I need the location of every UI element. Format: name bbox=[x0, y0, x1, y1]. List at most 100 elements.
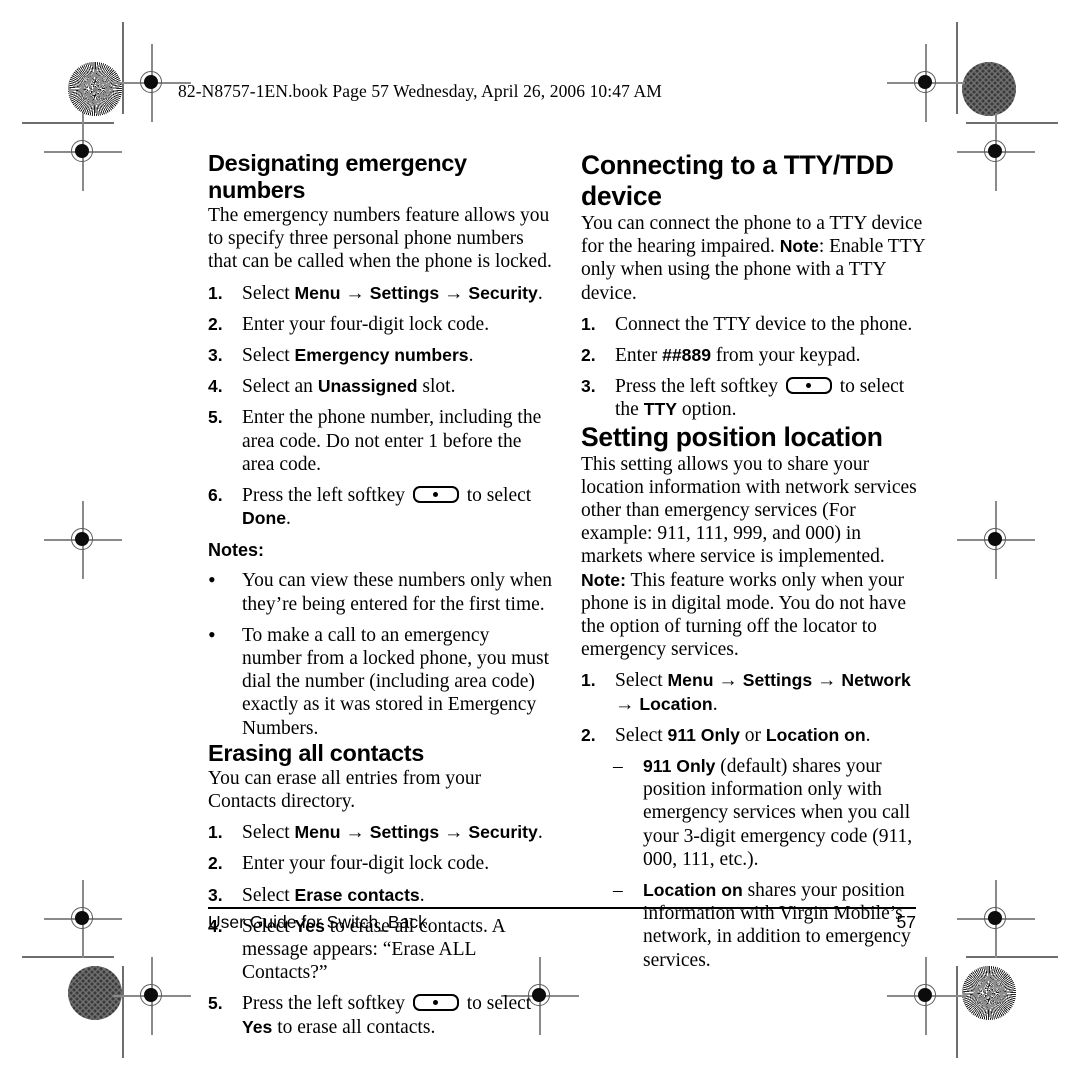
softkey-button-icon bbox=[412, 994, 459, 1012]
list-item-text: Connect the TTY device to the phone. bbox=[615, 313, 913, 335]
footer-guide-title: User Guide for Switch_Back bbox=[208, 912, 427, 932]
list-item: –911 Only (default) shares your position… bbox=[613, 755, 926, 871]
left-column: Designating emergency numbers The emerge… bbox=[208, 150, 553, 1039]
ui-term: Done bbox=[242, 508, 286, 529]
list-item-marker: 6. bbox=[208, 485, 223, 506]
notes-designating-emergency-numbers: • You can view these numbers only when th… bbox=[208, 569, 553, 739]
list-item-text: Select an Unassigned slot. bbox=[242, 376, 456, 398]
list-item-marker: – bbox=[613, 880, 623, 902]
ui-term: Location on bbox=[643, 880, 743, 901]
list-item-marker: • bbox=[208, 621, 216, 647]
list-item-marker: – bbox=[613, 756, 623, 778]
registration-mark-icon-middle-left bbox=[44, 501, 122, 579]
list-item: 1. Select Menu → Settings → Network → Loc… bbox=[581, 669, 926, 715]
list-item: 2. Enter ##889 from your keypad. bbox=[581, 344, 926, 367]
trim-line-bottom-left-vertical bbox=[122, 966, 124, 1058]
trim-line-bottom-right-horizontal bbox=[966, 956, 1058, 958]
ui-term: Settings bbox=[742, 670, 813, 691]
list-item-text: Press the left softkey to select Yes to … bbox=[242, 993, 532, 1038]
print-dot-screen-icon-bottom-left bbox=[68, 966, 122, 1020]
arrow-icon: → bbox=[439, 822, 469, 844]
footer-divider bbox=[208, 907, 916, 909]
list-item-text: Select Menu → Settings → Security. bbox=[242, 822, 543, 844]
list-item-marker: 2. bbox=[208, 853, 223, 874]
list-item-marker: 2. bbox=[581, 724, 596, 745]
list-item-text: Enter ##889 from your keypad. bbox=[615, 345, 861, 367]
list-item: 3. Select Erase contacts. bbox=[208, 884, 553, 907]
ui-term: Security bbox=[468, 822, 538, 843]
list-item: 5. Enter the phone number, including the … bbox=[208, 406, 553, 476]
list-item: 2. Select 911 Only or Location on. bbox=[581, 724, 926, 747]
steps-setting-position-location: 1. Select Menu → Settings → Network → Loc… bbox=[581, 669, 926, 747]
list-item-text: Select Emergency numbers. bbox=[242, 345, 474, 367]
ui-term: Menu bbox=[294, 282, 341, 303]
list-item-marker: 5. bbox=[208, 993, 223, 1014]
ui-term: Settings bbox=[369, 282, 440, 303]
ui-term: 911 Only bbox=[643, 756, 716, 777]
page-content: Designating emergency numbers The emerge… bbox=[208, 150, 926, 1038]
ui-term: Note: bbox=[581, 569, 626, 590]
ui-term: Location on bbox=[765, 724, 866, 745]
arrow-icon: → bbox=[812, 670, 842, 692]
list-item-text: Select 911 Only or Location on. bbox=[615, 724, 871, 746]
list-item: 1. Select Menu → Settings → Security. bbox=[208, 821, 553, 844]
list-item: 1. Select Menu → Settings → Security. bbox=[208, 282, 553, 305]
registration-mark-icon-middle-right bbox=[957, 501, 1035, 579]
trim-line-top-right-horizontal bbox=[966, 122, 1058, 124]
ui-term: Yes bbox=[242, 1016, 273, 1037]
list-item-text: To make a call to an emergency number fr… bbox=[242, 624, 550, 739]
registration-mark-icon-upper-left bbox=[44, 113, 122, 191]
trim-line-top-right-vertical bbox=[956, 22, 958, 114]
list-item-text: Select Erase contacts. bbox=[242, 884, 425, 906]
print-rosette-icon-bottom-right bbox=[962, 966, 1016, 1020]
list-item-text: Press the left softkey to select the TTY… bbox=[615, 376, 905, 421]
ui-term: ##889 bbox=[662, 345, 712, 366]
paragraph-position-location-intro: This setting allows you to share your lo… bbox=[581, 453, 917, 568]
trim-line-bottom-left-horizontal bbox=[22, 956, 114, 958]
ui-term: Menu bbox=[667, 670, 714, 691]
list-item-marker: 3. bbox=[581, 376, 596, 397]
registration-mark-icon-lower-right bbox=[957, 880, 1035, 958]
list-item: 4. Select an Unassigned slot. bbox=[208, 375, 553, 398]
list-item-marker: 1. bbox=[581, 670, 596, 691]
arrow-icon: → bbox=[615, 693, 640, 715]
list-item-text: Press the left softkey to select Done. bbox=[242, 485, 532, 530]
trim-line-top-left-vertical bbox=[122, 22, 124, 114]
notes-label: Notes: bbox=[208, 540, 265, 561]
list-item-text: Enter your four-digit lock code. bbox=[242, 313, 490, 335]
registration-mark-icon-bottom-left bbox=[113, 957, 191, 1035]
list-item: 2. Enter your four-digit lock code. bbox=[208, 313, 553, 336]
list-item-marker: • bbox=[208, 567, 216, 593]
trim-line-top-left-horizontal bbox=[22, 122, 114, 124]
paragraph-tty-intro: You can connect the phone to a TTY devic… bbox=[581, 213, 925, 304]
list-item-marker: 3. bbox=[208, 345, 223, 366]
paragraph-emergency-numbers-intro: The emergency numbers feature allows you… bbox=[208, 205, 552, 273]
ui-term: Emergency numbers bbox=[294, 345, 469, 366]
list-item: 3. Press the left softkey to select the T… bbox=[581, 375, 926, 421]
list-item: • You can view these numbers only when th… bbox=[208, 569, 553, 615]
ui-term: TTY bbox=[643, 399, 677, 420]
steps-connecting-tty-device: 1. Connect the TTY device to the phone. 2.… bbox=[581, 313, 926, 422]
sub-items-location-options: –911 Only (default) shares your position… bbox=[581, 755, 926, 972]
arrow-icon: → bbox=[713, 670, 743, 692]
arrow-icon: → bbox=[340, 282, 370, 304]
list-item: 2. Enter your four-digit lock code. bbox=[208, 852, 553, 875]
print-rosette-icon-top-left bbox=[68, 62, 122, 116]
list-item: 5. Press the left softkey to select Yes t… bbox=[208, 992, 553, 1038]
list-item-marker: 4. bbox=[208, 376, 223, 397]
softkey-button-icon bbox=[785, 377, 832, 395]
right-column: Connecting to a TTY/TDD device You can c… bbox=[581, 150, 926, 972]
list-item-text: Select Menu → Settings → Network → Locat… bbox=[615, 670, 911, 715]
registration-mark-icon-bottom-right bbox=[887, 957, 965, 1035]
ui-term: Location bbox=[639, 693, 713, 714]
footer-page-number: 57 bbox=[896, 912, 916, 932]
ui-term: Security bbox=[468, 282, 538, 303]
registration-mark-icon-upper-right bbox=[957, 113, 1035, 191]
ui-term: Settings bbox=[369, 822, 440, 843]
ui-term: Erase contacts bbox=[294, 884, 420, 905]
paragraph-position-location-note: Note: This feature works only when your … bbox=[581, 569, 906, 661]
list-item-marker: 2. bbox=[208, 313, 223, 334]
list-item-marker: 1. bbox=[208, 822, 223, 843]
list-item-marker: 5. bbox=[208, 407, 223, 428]
list-item: • To make a call to an emergency number f… bbox=[208, 621, 553, 740]
